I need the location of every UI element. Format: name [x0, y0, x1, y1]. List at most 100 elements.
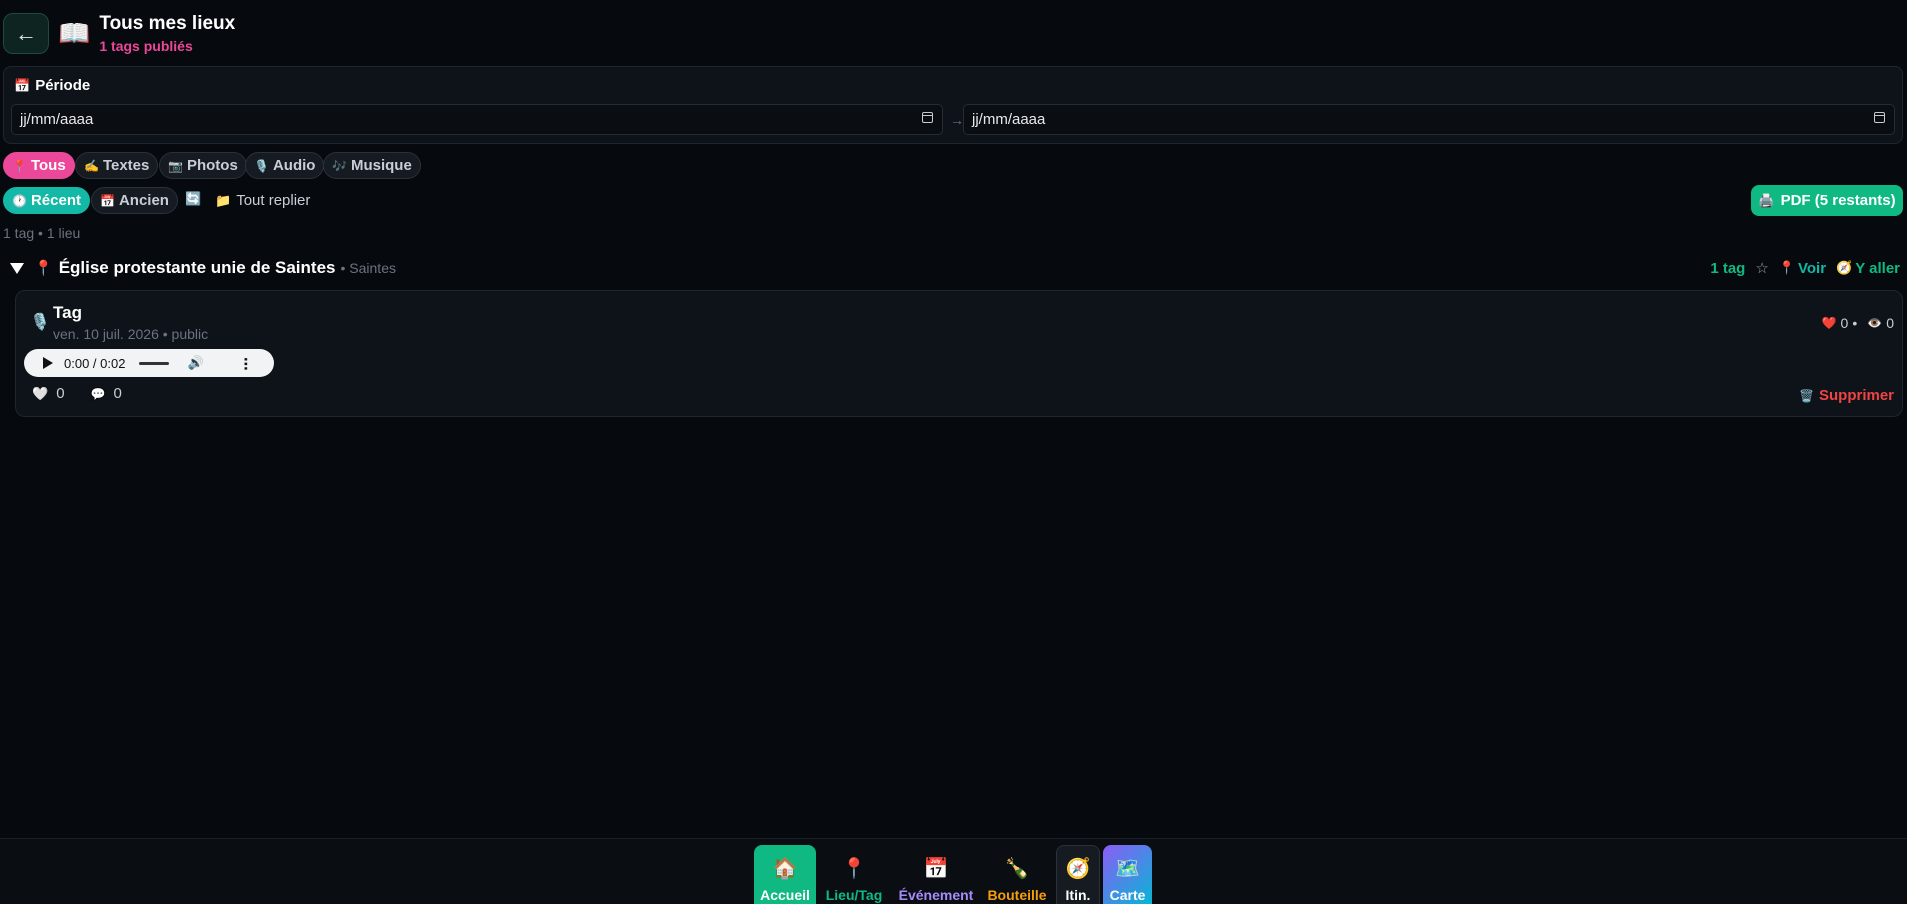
filter-label: Photos: [186, 157, 238, 174]
tag-meta: ven. 10 juil. 2026 • public: [53, 326, 209, 342]
header-text: Tous mes lieux 1 tags publiés: [99, 13, 235, 54]
more-options-icon[interactable]: ⋯: [238, 357, 254, 370]
folder-icon: 📁: [215, 192, 232, 208]
play-icon[interactable]: [43, 357, 53, 369]
place-city: • Saintes: [340, 260, 397, 276]
calendar-icon: 📅: [14, 77, 31, 93]
comments-count: 0: [113, 385, 122, 402]
published-count: 1 tags publiés: [99, 38, 193, 54]
sort-label: Récent: [30, 192, 81, 209]
book-icon: 📖: [58, 18, 91, 48]
speech-bubble-icon: 💬: [90, 386, 106, 401]
end-date-value: jj/mm/aaaa: [972, 111, 1046, 128]
pin-icon: 📍: [841, 858, 867, 880]
end-date-input[interactable]: jj/mm/aaaa: [963, 104, 1895, 135]
compass-icon: 🧭: [1065, 858, 1091, 880]
collapse-all-button[interactable]: 📁 Tout replier: [215, 192, 310, 209]
go-there-link[interactable]: 🧭 Y aller: [1836, 260, 1900, 277]
sort-recent[interactable]: 🕐 Récent: [3, 187, 90, 214]
nav-carte[interactable]: 🗺️ Carte: [1103, 845, 1152, 904]
microphone-icon: 🎙️: [254, 158, 269, 173]
music-notes-icon: 🎶: [332, 158, 347, 173]
filter-musique[interactable]: 🎶 Musique: [323, 152, 421, 179]
white-heart-icon: 🤍: [32, 385, 49, 401]
bottle-icon: 🍾: [1004, 858, 1030, 880]
writing-hand-icon: ✍️: [84, 158, 99, 173]
camera-icon: 📷: [168, 158, 183, 173]
delete-button[interactable]: 🗑️ Supprimer: [1799, 387, 1894, 404]
start-date-input[interactable]: jj/mm/aaaa: [11, 104, 943, 135]
clock-icon: 🕐: [12, 193, 27, 208]
nav-bouteille[interactable]: 🍾 Bouteille: [984, 845, 1050, 904]
filter-label: Musique: [350, 157, 412, 174]
compass-icon: 🧭: [1836, 259, 1853, 275]
nav-accueil[interactable]: 🏠 Accueil: [754, 845, 816, 904]
views-count: 0: [1886, 315, 1894, 331]
nav-label: Itin.: [1065, 887, 1091, 903]
trash-icon: 🗑️: [1799, 388, 1814, 403]
audio-progress-slider[interactable]: [139, 361, 170, 365]
sort-label: Ancien: [118, 192, 169, 209]
nav-label: Lieu/Tag: [825, 887, 883, 903]
microphone-icon: 🎙️: [30, 314, 50, 331]
go-label: Y aller: [1855, 259, 1900, 277]
pin-icon: 📍: [1778, 259, 1795, 275]
star-icon[interactable]: ☆: [1755, 259, 1768, 277]
arrow-left-icon: ←: [15, 20, 37, 46]
nav-lieu-tag[interactable]: 📍 Lieu/Tag: [821, 845, 887, 904]
collapse-all-label: Tout replier: [236, 192, 311, 209]
date-separator-arrow: →: [950, 112, 964, 128]
pdf-label: PDF (5 restants): [1780, 192, 1896, 209]
back-button[interactable]: ←: [3, 13, 49, 54]
view-label: Voir: [1797, 259, 1827, 277]
period-label-text: Période: [35, 77, 91, 94]
period-label: 📅 Période: [14, 77, 90, 94]
filter-textes[interactable]: ✍️ Textes: [75, 152, 159, 179]
audio-time: 0:00 / 0:02: [64, 355, 126, 371]
nav-label: Carte: [1109, 887, 1146, 903]
nav-itineraire[interactable]: 🧭 Itin.: [1056, 845, 1100, 904]
calendar-icon: 📅: [923, 858, 949, 880]
sort-ancien[interactable]: 📅 Ancien: [91, 187, 178, 214]
pin-icon: 📍: [34, 260, 53, 277]
filter-photos[interactable]: 📷 Photos: [159, 152, 247, 179]
audio-player[interactable]: 0:00 / 0:02 🔊 ⋯: [24, 349, 274, 377]
calendar-picker-icon[interactable]: [1874, 112, 1885, 123]
eye-icon: 👁️: [1867, 316, 1883, 330]
pdf-export-button[interactable]: 🖨️ PDF (5 restants): [1751, 185, 1903, 216]
nav-label: Accueil: [760, 887, 810, 903]
page-header: ← 📖 Tous mes lieux 1 tags publiés: [3, 13, 235, 54]
comment-button[interactable]: 💬 0: [91, 385, 122, 402]
filter-label: Tous: [30, 157, 66, 174]
tag-card: 🎙️ Tag ven. 10 juil. 2026 • public ❤️ 0 …: [15, 290, 1903, 417]
filter-label: Audio: [272, 157, 316, 174]
nav-evenement[interactable]: 📅 Événement: [892, 845, 980, 904]
tag-actions: 🤍 0 💬 0: [32, 385, 122, 402]
delete-label: Supprimer: [1818, 387, 1894, 404]
filter-audio[interactable]: 🎙️ Audio: [245, 152, 325, 179]
filter-tous[interactable]: 📍 Tous: [3, 152, 75, 179]
place-name: Église protestante unie de Saintes: [58, 258, 336, 277]
nav-label: Événement: [898, 887, 974, 903]
filter-label: Textes: [102, 157, 150, 174]
bottom-likes-count: 0: [56, 385, 65, 402]
place-tag-count: 1 tag: [1710, 259, 1746, 277]
place-actions: 1 tag ☆ 📍 Voir 🧭 Y aller: [1710, 259, 1900, 278]
page-title: Tous mes lieux: [99, 13, 236, 34]
calendar-icon: 📅: [100, 193, 115, 208]
nav-label: Bouteille: [987, 887, 1047, 903]
like-button[interactable]: 🤍 0: [32, 385, 65, 402]
map-icon: 🗺️: [1115, 858, 1140, 880]
period-filter: 📅 Période jj/mm/aaaa → jj/mm/aaaa: [3, 66, 1903, 144]
collapse-triangle-icon[interactable]: [10, 262, 24, 274]
volume-icon[interactable]: 🔊: [187, 355, 203, 371]
refresh-icon[interactable]: 🔄: [185, 191, 201, 207]
stats-separator: •: [1852, 315, 1858, 331]
heart-icon: ❤️: [1821, 316, 1837, 330]
pin-icon: 📍: [12, 158, 27, 173]
place-group-header[interactable]: 📍 Église protestante unie de Saintes • S…: [10, 257, 1900, 279]
results-summary: 1 tag • 1 lieu: [3, 225, 81, 241]
calendar-picker-icon[interactable]: [922, 112, 933, 123]
view-place-link[interactable]: 📍 Voir: [1779, 260, 1826, 277]
house-icon: 🏠: [772, 858, 798, 880]
